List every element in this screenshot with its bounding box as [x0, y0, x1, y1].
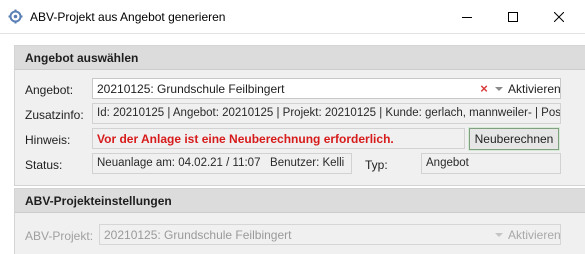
minimize-icon: [462, 16, 472, 18]
zusatzinfo-field: Id: 20210125 | Angebot: 20210125 | Proje…: [92, 103, 561, 124]
abv-projekt-value: 20210125: Grundschule Feilbingert: [104, 228, 292, 242]
clear-icon[interactable]: ×: [478, 81, 490, 96]
dialog-body: Angebot auswählen Angebot: 20210125: Gru…: [0, 33, 585, 254]
close-icon: [554, 11, 564, 22]
abv-projekt-activate-button[interactable]: Aktivieren: [508, 228, 560, 242]
status-label: Status:: [25, 158, 63, 172]
project-settings-title: ABV-Projekteinstellungen: [25, 194, 172, 208]
angebot-activate-button[interactable]: Aktivieren: [508, 82, 560, 96]
hinweis-field: Vor der Anlage ist eine Neuberechnung er…: [92, 128, 465, 149]
close-button[interactable]: [536, 0, 582, 33]
hinweis-message: Vor der Anlage ist eine Neuberechnung er…: [97, 132, 394, 146]
window-title: ABV-Projekt aus Angebot generieren: [30, 10, 226, 24]
gear-icon: [8, 9, 23, 24]
chevron-down-icon[interactable]: [495, 233, 503, 237]
zusatzinfo-value: Id: 20210125 | Angebot: 20210125 | Proje…: [97, 107, 561, 119]
angebot-label: Angebot:: [25, 83, 74, 97]
abv-projekt-label: ABV-Projekt:: [25, 229, 94, 243]
title-bar: ABV-Projekt aus Angebot generieren: [0, 0, 585, 33]
maximize-icon: [508, 11, 518, 22]
project-settings-group: ABV-Projekteinstellungen ABV-Projekt: 20…: [14, 188, 585, 254]
typ-field: Angebot: [421, 153, 561, 174]
offer-selection-header[interactable]: Angebot auswählen: [15, 46, 585, 70]
typ-label: Typ:: [365, 158, 388, 172]
chevron-down-icon[interactable]: [495, 87, 503, 91]
zusatzinfo-label: Zusatzinfo:: [25, 108, 84, 122]
angebot-combobox[interactable]: 20210125: Grundschule Feilbingert × Akti…: [92, 78, 561, 99]
status-value: Neuanlage am: 04.02.21 / 11:07 Benutzer:…: [97, 157, 345, 169]
project-settings-header[interactable]: ABV-Projekteinstellungen: [15, 189, 585, 213]
maximize-button[interactable]: [490, 0, 536, 33]
neuberechnen-button[interactable]: Neuberechnen: [468, 127, 560, 151]
angebot-value: 20210125: Grundschule Feilbingert: [97, 82, 285, 96]
typ-value: Angebot: [426, 157, 469, 169]
minimize-button[interactable]: [444, 0, 490, 33]
abv-projekt-combobox[interactable]: 20210125: Grundschule Feilbingert Aktivi…: [99, 224, 561, 245]
offer-selection-title: Angebot auswählen: [25, 51, 139, 65]
offer-selection-group: Angebot auswählen Angebot: 20210125: Gru…: [14, 45, 585, 186]
status-field: Neuanlage am: 04.02.21 / 11:07 Benutzer:…: [92, 153, 352, 174]
hinweis-label: Hinweis:: [25, 133, 71, 147]
